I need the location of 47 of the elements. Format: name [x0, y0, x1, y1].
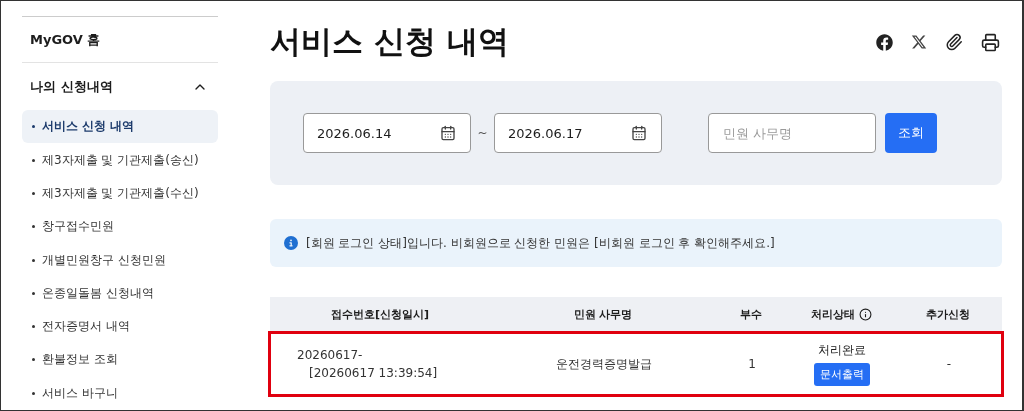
- facebook-icon[interactable]: [876, 33, 893, 51]
- bullet-icon: [32, 291, 35, 295]
- column-header: 민원 사무명: [573, 306, 633, 322]
- sidebar-home-link[interactable]: MyGOV 홈: [22, 17, 218, 64]
- column-header: 접수번호[신청일시]: [330, 306, 430, 322]
- extra-cell-text: -: [945, 357, 953, 371]
- status-text: 처리완료: [818, 342, 866, 359]
- sidebar-item[interactable]: 창구접수민원: [22, 210, 218, 244]
- bullet-icon: [32, 225, 35, 229]
- bullet-icon: [32, 191, 35, 195]
- column-header: 추가신청: [926, 306, 970, 322]
- sidebar-item[interactable]: 제3자제출 및 기관제출(수신): [22, 176, 218, 211]
- bullet-icon: [32, 391, 35, 395]
- service-name-cell-text: 운전경력증명발급: [555, 355, 653, 373]
- sidebar-item[interactable]: 제3자제출 및 기관제출(송신): [22, 143, 218, 177]
- info-icon: [284, 236, 298, 250]
- application-datetime: [20260617 13:39:54]: [308, 366, 439, 380]
- receipt-number: 20260617-: [297, 348, 364, 362]
- sidebar-item[interactable]: 전자증명서 내역: [22, 310, 218, 344]
- calendar-icon[interactable]: [631, 125, 647, 141]
- info-icon[interactable]: [858, 307, 872, 321]
- date-separator: ~: [476, 126, 489, 140]
- bullet-icon: [32, 258, 35, 262]
- print-document-button[interactable]: 문서출력: [814, 363, 870, 386]
- column-header: 처리상태: [810, 306, 855, 322]
- bullet-icon: [32, 358, 35, 362]
- x-icon[interactable]: [911, 34, 927, 50]
- sidebar-item[interactable]: 서비스 신청 내역: [22, 110, 218, 144]
- calendar-icon[interactable]: [440, 125, 456, 141]
- printer-icon[interactable]: [981, 32, 1000, 52]
- date-to-field[interactable]: 2026.06.17: [494, 113, 662, 153]
- bullet-icon: [32, 158, 35, 162]
- bullet-icon: [32, 125, 35, 129]
- page-title: 서비스 신청 내역: [270, 22, 509, 61]
- service-name-field[interactable]: 민원 사무명: [708, 113, 876, 153]
- bullet-icon: [32, 325, 35, 329]
- sidebar-item[interactable]: 환불정보 조회: [22, 343, 218, 377]
- date-from-field[interactable]: 2026.06.14: [303, 113, 471, 153]
- sidebar-section-toggle[interactable]: 나의 신청내역: [22, 63, 218, 111]
- sidebar-item[interactable]: 온종일돌봄 신청내역: [22, 276, 218, 310]
- search-button[interactable]: 조회: [885, 113, 937, 153]
- copies-cell-text: 1: [747, 357, 757, 371]
- sidebar-item[interactable]: 개별민원창구 신청민원: [22, 243, 218, 277]
- column-header: 부수: [740, 306, 762, 322]
- sidebar-item[interactable]: 서비스 바구니: [22, 376, 218, 410]
- notice-text: [회원 로그인 상태]입니다. 비회원으로 신청한 민원은 [비회원 로그인 후 확인해주세요.]: [306, 234, 775, 252]
- paperclip-icon[interactable]: [945, 33, 963, 51]
